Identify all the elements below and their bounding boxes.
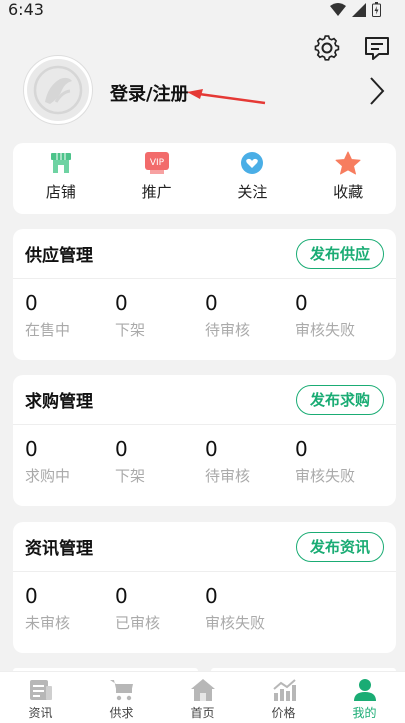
stat-unreviewed[interactable]: 0 未审核 bbox=[25, 584, 115, 633]
heart-icon bbox=[241, 152, 264, 174]
supply-header: 供应管理 发布供应 bbox=[13, 229, 396, 279]
stat-value: 0 bbox=[205, 584, 218, 608]
avatar[interactable] bbox=[24, 56, 92, 124]
stat-value: 0 bbox=[115, 437, 128, 461]
stat-pending[interactable]: 0 待审核 bbox=[205, 291, 295, 340]
quick-item-promote[interactable]: VIP 推广 bbox=[109, 143, 205, 214]
login-register-link[interactable]: 登录/注册 bbox=[110, 80, 189, 106]
news-stats: 0 未审核 0 已审核 0 审核失败 bbox=[13, 572, 396, 633]
tab-home[interactable]: 首页 bbox=[162, 672, 243, 723]
stat-value: 0 bbox=[115, 584, 128, 608]
chevron-right-icon[interactable] bbox=[368, 76, 386, 106]
stat-rejected[interactable]: 0 审核失败 bbox=[295, 291, 385, 340]
cart-icon bbox=[109, 680, 133, 701]
tab-label: 首页 bbox=[190, 706, 215, 720]
tab-label: 供求 bbox=[109, 706, 134, 720]
default-avatar-icon bbox=[33, 65, 83, 115]
svg-text:VIP: VIP bbox=[150, 158, 165, 168]
stat-rejected[interactable]: 0 审核失败 bbox=[295, 437, 385, 486]
news-header: 资讯管理 发布资讯 bbox=[13, 522, 396, 572]
stat-reviewed[interactable]: 0 已审核 bbox=[115, 584, 205, 633]
stat-value: 0 bbox=[25, 584, 38, 608]
stat-value: 0 bbox=[25, 437, 38, 461]
quick-actions-card: 店铺 VIP 推广 关注 收藏 bbox=[13, 143, 396, 214]
stat-rejected[interactable]: 0 审核失败 bbox=[205, 584, 295, 633]
quick-item-label: 收藏 bbox=[333, 183, 364, 201]
star-icon bbox=[335, 151, 361, 175]
stat-value: 0 bbox=[295, 291, 308, 315]
stat-value: 0 bbox=[115, 291, 128, 315]
battery-icon bbox=[372, 2, 381, 17]
section-title: 资讯管理 bbox=[25, 539, 93, 559]
stat-label: 求购中 bbox=[25, 467, 71, 485]
purchase-management-card: 求购管理 发布求购 0 求购中 0 下架 0 待审核 0 审核失败 bbox=[13, 375, 396, 506]
stat-label: 未审核 bbox=[25, 614, 71, 632]
stat-label: 下架 bbox=[115, 321, 146, 339]
quick-item-label: 店铺 bbox=[45, 183, 76, 201]
tab-label: 我的 bbox=[352, 706, 377, 720]
bottom-tab-bar: 资讯 供求 首页 价格 我的 bbox=[0, 671, 405, 723]
stat-value: 0 bbox=[205, 291, 218, 315]
stat-value: 0 bbox=[25, 291, 38, 315]
publish-supply-button[interactable]: 发布供应 bbox=[295, 238, 384, 269]
stat-label: 审核失败 bbox=[295, 467, 356, 485]
quick-item-favorites[interactable]: 收藏 bbox=[300, 143, 396, 214]
stat-delisted[interactable]: 0 下架 bbox=[115, 437, 205, 486]
tab-mine[interactable]: 我的 bbox=[324, 672, 405, 723]
news-management-card: 资讯管理 发布资讯 0 未审核 0 已审核 0 审核失败 bbox=[13, 522, 396, 653]
status-bar: 6:43 bbox=[0, 0, 405, 22]
section-title: 供应管理 bbox=[25, 246, 93, 266]
vip-icon: VIP bbox=[144, 152, 169, 174]
stat-label: 下架 bbox=[115, 467, 146, 485]
supply-stats: 0 在售中 0 下架 0 待审核 0 审核失败 bbox=[13, 279, 396, 340]
stat-label: 审核失败 bbox=[205, 614, 266, 632]
stat-delisted[interactable]: 0 下架 bbox=[115, 291, 205, 340]
section-title: 求购管理 bbox=[25, 392, 93, 412]
chart-icon bbox=[272, 679, 296, 701]
status-icons bbox=[330, 2, 381, 17]
signal-icon bbox=[352, 2, 366, 17]
stat-label: 已审核 bbox=[115, 614, 161, 632]
publish-purchase-button[interactable]: 发布求购 bbox=[295, 384, 384, 415]
person-icon bbox=[353, 679, 376, 701]
stat-label: 审核失败 bbox=[295, 321, 356, 339]
publish-news-button[interactable]: 发布资讯 bbox=[295, 531, 384, 562]
stat-on-sale[interactable]: 0 在售中 bbox=[25, 291, 115, 340]
stat-value: 0 bbox=[205, 437, 218, 461]
news-icon bbox=[29, 680, 52, 700]
purchase-stats: 0 求购中 0 下架 0 待审核 0 审核失败 bbox=[13, 425, 396, 486]
tab-news[interactable]: 资讯 bbox=[0, 672, 81, 723]
quick-item-follow[interactable]: 关注 bbox=[205, 143, 301, 214]
stat-label: 待审核 bbox=[205, 321, 251, 339]
tab-label: 价格 bbox=[271, 706, 296, 720]
stat-purchasing[interactable]: 0 求购中 bbox=[25, 437, 115, 486]
store-icon bbox=[50, 153, 71, 173]
purchase-header: 求购管理 发布求购 bbox=[13, 375, 396, 425]
wifi-icon bbox=[330, 2, 346, 16]
quick-item-store[interactable]: 店铺 bbox=[13, 143, 109, 214]
annotation-arrow-icon bbox=[187, 89, 266, 105]
quick-item-label: 关注 bbox=[237, 183, 268, 201]
stat-label: 在售中 bbox=[25, 321, 71, 339]
quick-item-label: 推广 bbox=[141, 183, 172, 201]
stat-value: 0 bbox=[295, 437, 308, 461]
tab-price[interactable]: 价格 bbox=[243, 672, 324, 723]
home-icon bbox=[190, 679, 215, 701]
stat-label: 待审核 bbox=[205, 467, 251, 485]
tab-label: 资讯 bbox=[28, 706, 53, 720]
supply-management-card: 供应管理 发布供应 0 在售中 0 下架 0 待审核 0 审核失败 bbox=[13, 229, 396, 360]
tab-supply-demand[interactable]: 供求 bbox=[81, 672, 162, 723]
status-time: 6:43 bbox=[8, 0, 44, 19]
stat-pending[interactable]: 0 待审核 bbox=[205, 437, 295, 486]
